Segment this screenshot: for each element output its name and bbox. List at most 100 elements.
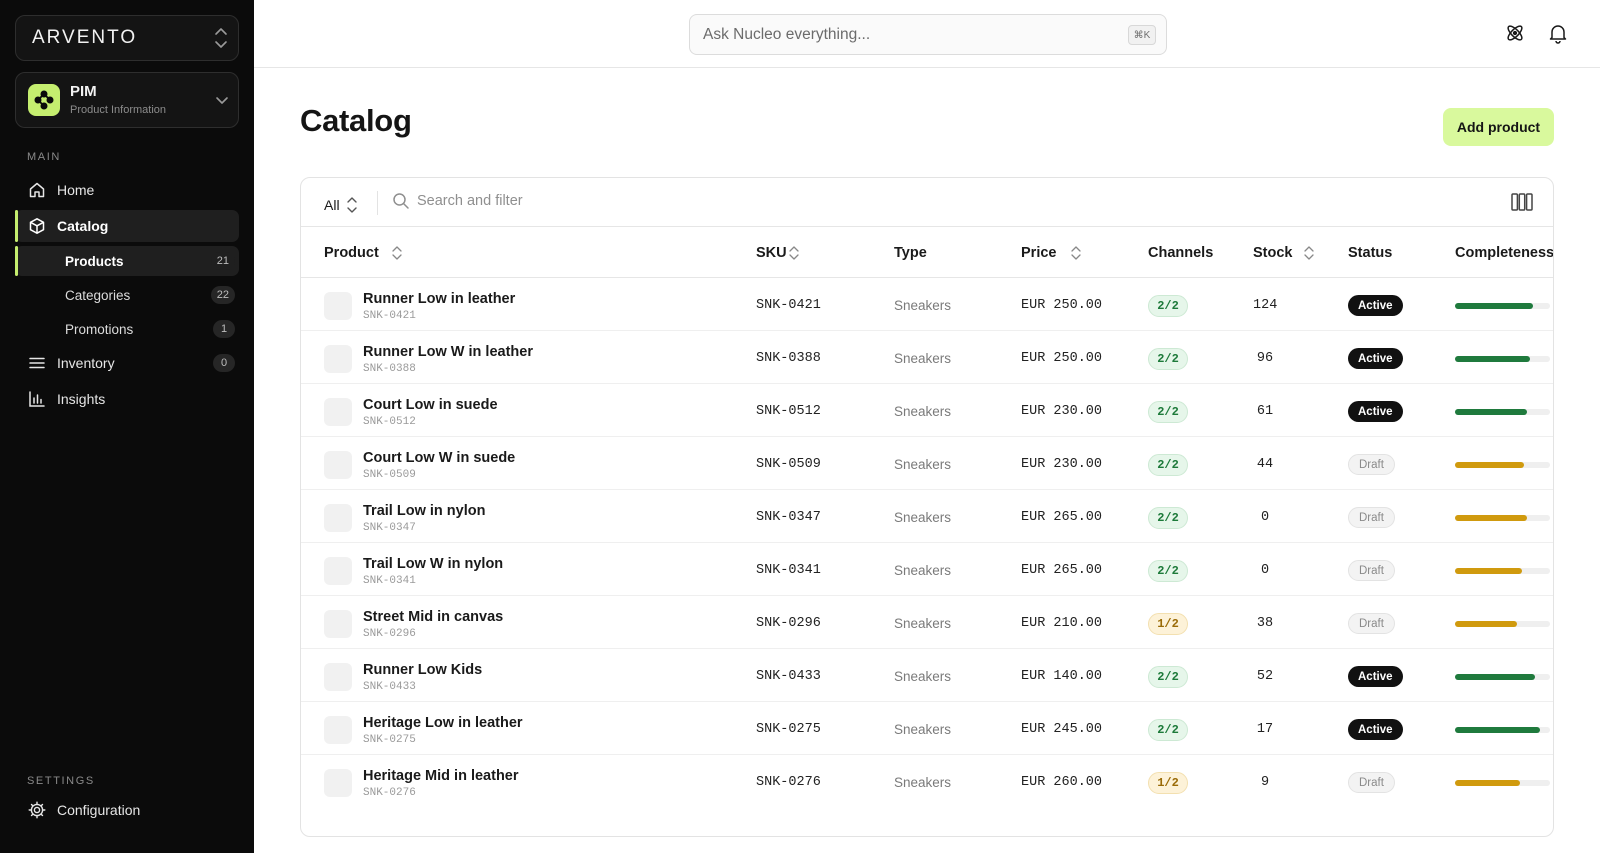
app-subtitle: Product Information: [70, 104, 166, 116]
table-row[interactable]: Heritage Low in leather SNK-0275 SNK-0275 S…: [301, 702, 1553, 755]
topbar: Ask Nucleo everything... ⌘K: [254, 0, 1600, 68]
product-name[interactable]: Court Low W in suede: [363, 450, 515, 466]
chevron-updown-icon: [346, 197, 357, 213]
stock-cell: 9: [1260, 775, 1270, 790]
completeness-bar: [1455, 462, 1550, 468]
sidebar-item-insights[interactable]: Insights: [15, 383, 239, 415]
table-row[interactable]: Trail Low in nylon SNK-0347 SNK-0347 Sneake…: [301, 490, 1553, 543]
channels-badge: 2/2: [1148, 666, 1188, 688]
channels-badge: 1/2: [1148, 772, 1188, 794]
product-name[interactable]: Heritage Mid in leather: [363, 768, 519, 784]
add-product-button[interactable]: Add product: [1443, 108, 1554, 146]
column-header-label: Status: [1348, 245, 1393, 261]
sku-cell: SNK-0347: [756, 510, 821, 525]
section-label-main: MAIN: [27, 151, 61, 163]
sidebar-subitem-products[interactable]: Products 21: [15, 246, 239, 276]
sku-cell: SNK-0275: [756, 722, 821, 737]
sidebar-item-configuration[interactable]: Configuration: [15, 794, 239, 826]
sidebar-item-catalog[interactable]: Catalog: [15, 210, 239, 242]
sidebar-subitem-promotions[interactable]: Promotions 1: [15, 314, 239, 344]
column-header-stock[interactable]: Stock: [1253, 245, 1315, 261]
completeness-bar-fill: [1455, 568, 1523, 574]
status-badge: Active: [1348, 348, 1403, 369]
product-name[interactable]: Trail Low in nylon: [363, 503, 485, 519]
table-row[interactable]: Runner Low W in leather SNK-0388 SNK-0388 S…: [301, 331, 1553, 384]
sku-cell: SNK-0512: [756, 404, 821, 419]
home-icon: [27, 181, 46, 200]
type-cell: Sneakers: [894, 775, 952, 790]
bell-icon[interactable]: [1547, 22, 1569, 44]
completeness-bar: [1455, 674, 1550, 680]
sidebar-item-inventory[interactable]: Inventory 0: [15, 347, 239, 379]
product-sku-sub: SNK-0421: [363, 310, 416, 322]
sidebar-subitem-label: Categories: [65, 287, 131, 303]
product-thumbnail: [324, 557, 352, 585]
product-thumbnail: [324, 769, 352, 797]
price-cell: EUR 260.00: [1021, 775, 1103, 790]
shortcut-hint: ⌘K: [1128, 25, 1156, 45]
ask-input[interactable]: Ask Nucleo everything... ⌘K: [689, 14, 1167, 55]
stock-cell: 0: [1260, 510, 1270, 525]
app-switcher[interactable]: PIM Product Information: [15, 72, 239, 128]
table-row[interactable]: Heritage Mid in leather SNK-0276 SNK-0276 S…: [301, 755, 1553, 808]
column-header-channels[interactable]: Channels: [1148, 245, 1213, 261]
status-badge: Draft: [1348, 560, 1395, 581]
sku-cell: SNK-0433: [756, 669, 821, 684]
sku-cell: SNK-0341: [756, 563, 821, 578]
sidebar: ARVENTO PIM Product Information MAIN Hom…: [0, 0, 254, 853]
price-cell: EUR 230.00: [1021, 404, 1103, 419]
type-cell: Sneakers: [894, 404, 952, 419]
scope-select-value: All: [324, 197, 340, 213]
sort-icon: [1071, 246, 1082, 260]
completeness-bar-fill: [1455, 621, 1517, 627]
column-header-sku[interactable]: SKU: [756, 245, 800, 261]
sidebar-item-home[interactable]: Home: [15, 174, 239, 206]
completeness-bar-fill: [1455, 674, 1535, 680]
column-header-price[interactable]: Price: [1021, 245, 1082, 261]
org-switcher[interactable]: ARVENTO: [15, 15, 239, 61]
atom-icon[interactable]: [1504, 22, 1526, 44]
sidebar-subitem-categories[interactable]: Categories 22: [15, 280, 239, 310]
product-name[interactable]: Court Low in suede: [363, 397, 498, 413]
product-name[interactable]: Runner Low W in leather: [363, 344, 533, 360]
channels-badge: 2/2: [1148, 348, 1188, 370]
product-sku-sub: SNK-0512: [363, 416, 416, 428]
status-badge: Active: [1348, 719, 1403, 740]
table-row[interactable]: Runner Low Kids SNK-0433 SNK-0433 Sneakers E…: [301, 649, 1553, 702]
table-row[interactable]: Court Low in suede SNK-0512 SNK-0512 Sneake…: [301, 384, 1553, 437]
completeness-bar-fill: [1455, 462, 1525, 468]
page-title: Catalog: [300, 103, 412, 138]
column-header-product[interactable]: Product: [324, 245, 403, 261]
product-name[interactable]: Street Mid in canvas: [363, 609, 503, 625]
type-cell: Sneakers: [894, 722, 952, 737]
type-cell: Sneakers: [894, 669, 952, 684]
price-cell: EUR 245.00: [1021, 722, 1103, 737]
columns-icon[interactable]: [1511, 192, 1533, 212]
price-cell: EUR 250.00: [1021, 351, 1103, 366]
scope-select[interactable]: All: [324, 195, 358, 215]
count-badge: 0: [213, 354, 235, 372]
table-row[interactable]: Trail Low W in nylon SNK-0341 SNK-0341 Snea…: [301, 543, 1553, 596]
column-header-label: SKU: [756, 245, 787, 261]
product-name[interactable]: Runner Low Kids: [363, 662, 482, 678]
type-cell: Sneakers: [894, 616, 952, 631]
column-header-completeness[interactable]: Completeness: [1455, 245, 1553, 261]
sort-icon: [392, 246, 402, 260]
completeness-bar-fill: [1455, 515, 1528, 521]
sidebar-item-label: Configuration: [57, 802, 141, 818]
chevron-down-icon: [216, 97, 228, 104]
product-name[interactable]: Runner Low in leather: [363, 291, 515, 307]
table-row[interactable]: Runner Low in leather SNK-0421 SNK-0421 Sne…: [301, 278, 1553, 331]
status-badge: Draft: [1348, 613, 1395, 634]
products-table-card: All Search and filter Product SKU Type P…: [300, 177, 1554, 837]
product-name[interactable]: Trail Low W in nylon: [363, 556, 503, 572]
channels-badge: 2/2: [1148, 454, 1188, 476]
table-row[interactable]: Court Low W in suede SNK-0509 SNK-0509 Snea…: [301, 437, 1553, 490]
column-header-type[interactable]: Type: [894, 245, 927, 261]
channels-badge: 1/2: [1148, 613, 1188, 635]
product-name[interactable]: Heritage Low in leather: [363, 715, 523, 731]
search-filter-input[interactable]: Search and filter: [392, 192, 692, 210]
column-header-status[interactable]: Status: [1348, 245, 1392, 261]
channels-badge: 2/2: [1148, 719, 1188, 741]
table-row[interactable]: Street Mid in canvas SNK-0296 SNK-0296 Snea…: [301, 596, 1553, 649]
